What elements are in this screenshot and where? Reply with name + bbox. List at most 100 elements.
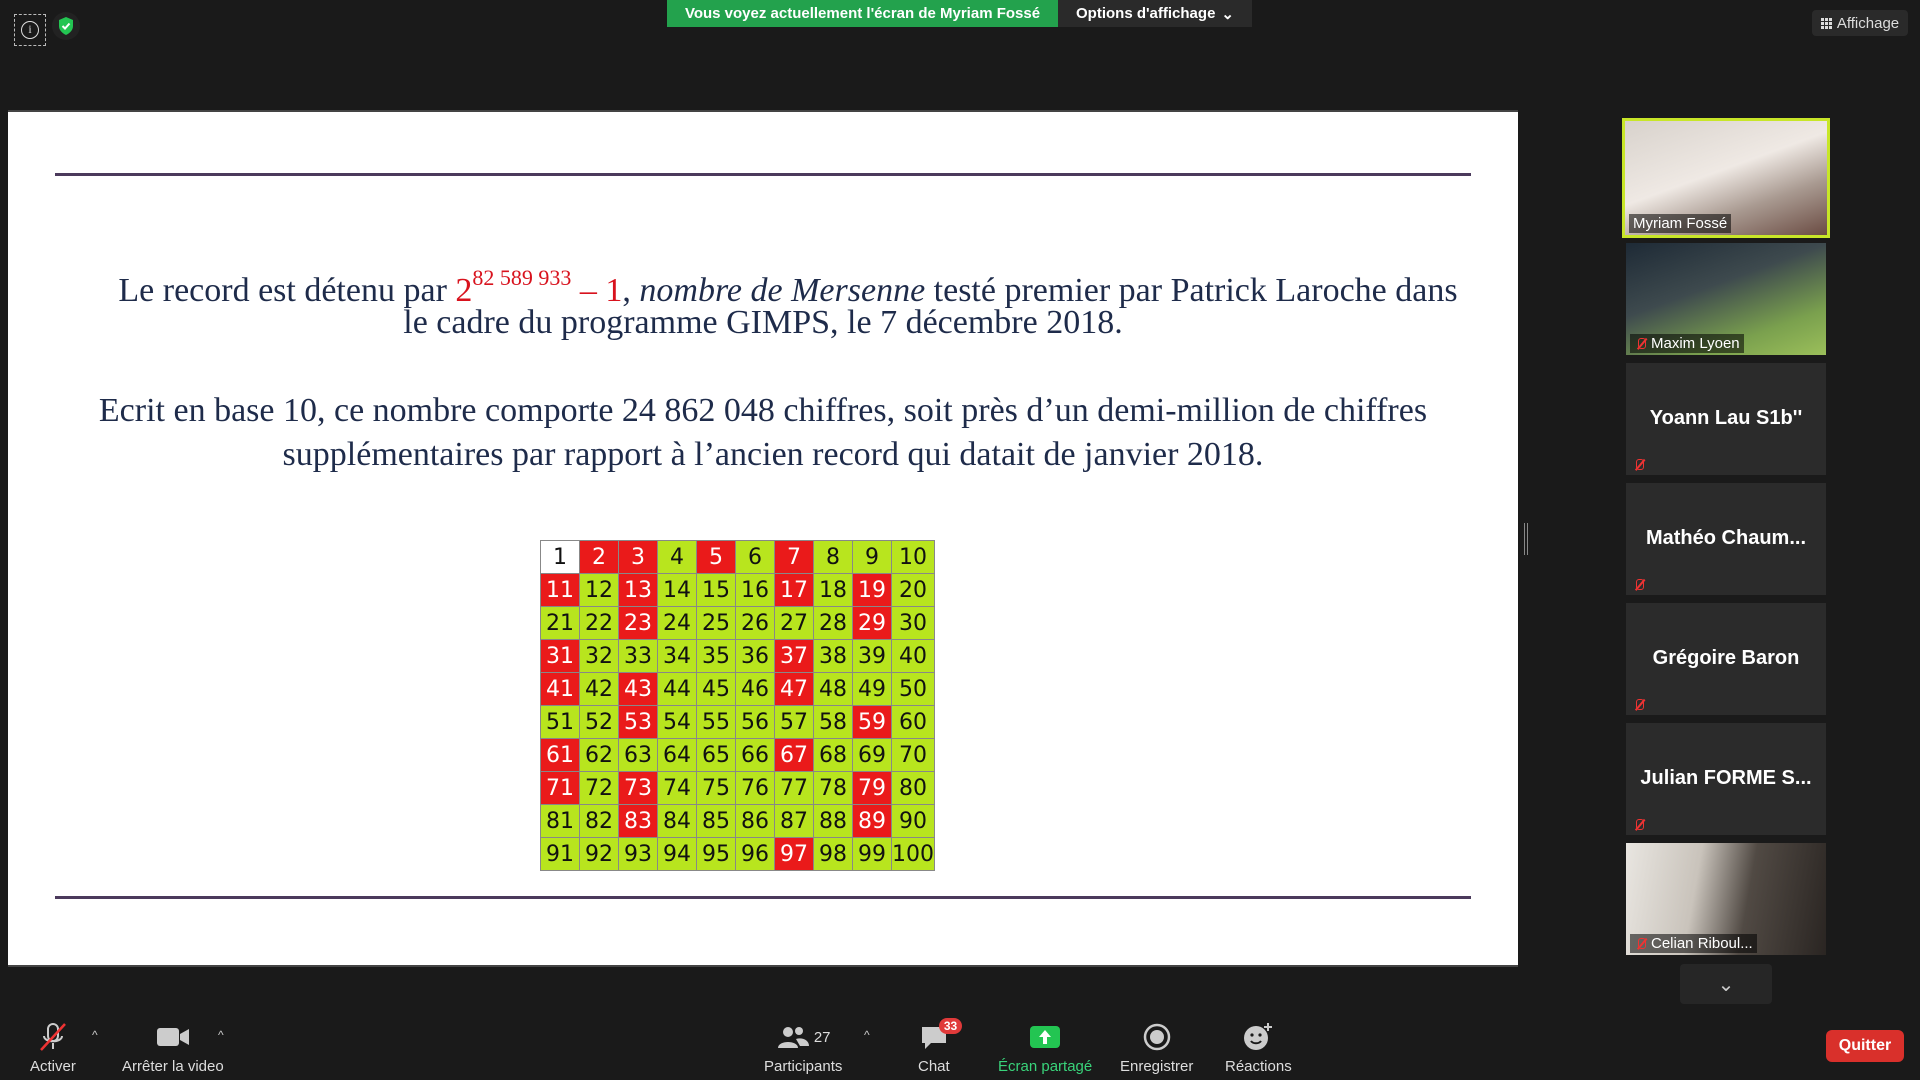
unmute-button[interactable]: Activer [30, 1020, 76, 1075]
table-cell: 10 [891, 540, 935, 574]
table-cell: 43 [618, 672, 658, 706]
table-cell: 42 [579, 672, 619, 706]
table-cell: 45 [696, 672, 736, 706]
table-cell: 8 [813, 540, 853, 574]
table-cell: 51 [540, 705, 580, 739]
chat-button[interactable]: 33 Chat [918, 1018, 963, 1075]
table-cell: 91 [540, 837, 580, 871]
participant-name: Grégoire Baron [1652, 647, 1800, 669]
table-cell: 33 [618, 639, 658, 673]
table-cell: 28 [813, 606, 853, 640]
stop-video-button[interactable]: Arrêter la video [122, 1020, 224, 1075]
table-cell: 76 [735, 771, 775, 805]
security-shield-icon[interactable] [52, 12, 80, 40]
table-cell: 64 [657, 738, 697, 772]
participants-count: 27 [813, 1028, 831, 1046]
participant-tile[interactable]: Celian Riboul... [1626, 843, 1826, 955]
table-cell: 56 [735, 705, 775, 739]
participant-tile[interactable]: Julian FORME S... [1626, 723, 1826, 835]
prime-number-table: 1 2 3 4 5 6 7 8 9 10 11 12 13 14 15 16 17 18 19 20 21 22 23 24 2… [540, 540, 935, 871]
record-button[interactable]: Enregistrer [1120, 1020, 1193, 1075]
table-cell: 44 [657, 672, 697, 706]
participant-tile[interactable]: Maxim Lyoen [1626, 243, 1826, 355]
table-row: 31 32 33 34 35 36 37 38 39 40 [540, 639, 935, 673]
table-row: 51 52 53 54 55 56 57 58 59 60 [540, 705, 935, 739]
slide-line-3: Ecrit en base 10, ce nombre comporte 24 … [98, 392, 1428, 429]
participants-icon [777, 1027, 809, 1048]
participant-name: Yoann Lau S1b'' [1649, 407, 1803, 429]
audio-options-caret-icon[interactable]: ^ [92, 1028, 98, 1042]
table-cell: 94 [657, 837, 697, 871]
participants-options-caret-icon[interactable]: ^ [864, 1028, 870, 1042]
table-cell: 20 [891, 573, 935, 607]
smiley-plus-icon [1242, 1020, 1274, 1054]
table-cell: 100 [891, 837, 935, 871]
participant-tile[interactable]: Myriam Fossé [1622, 118, 1830, 238]
table-cell: 25 [696, 606, 736, 640]
table-cell: 36 [735, 639, 775, 673]
slide-line-4: supplémentaires par rapport à l’ancien r… [282, 436, 1264, 473]
scroll-down-button[interactable]: ⌄ [1680, 964, 1772, 1004]
table-cell: 46 [735, 672, 775, 706]
participants-button[interactable]: 27 Participants [764, 1020, 842, 1075]
table-cell: 95 [696, 837, 736, 871]
table-cell: 81 [540, 804, 580, 838]
table-cell: 39 [852, 639, 892, 673]
muted-mic-icon [1632, 578, 1646, 592]
reactions-button[interactable]: Réactions [1225, 1020, 1292, 1075]
table-cell: 98 [813, 837, 853, 871]
table-cell: 52 [579, 705, 619, 739]
table-cell: 71 [540, 771, 580, 805]
table-cell: 78 [813, 771, 853, 805]
table-cell: 72 [579, 771, 619, 805]
table-cell: 89 [852, 804, 892, 838]
table-cell: 32 [579, 639, 619, 673]
table-cell: 88 [813, 804, 853, 838]
table-cell: 83 [618, 804, 658, 838]
table-cell: 60 [891, 705, 935, 739]
table-cell: 74 [657, 771, 697, 805]
participant-name: Celian Riboul... [1651, 935, 1753, 952]
table-cell: 41 [540, 672, 580, 706]
table-cell: 3 [618, 540, 658, 574]
share-screen-button[interactable]: Écran partagé [998, 1020, 1092, 1075]
table-cell: 13 [618, 573, 658, 607]
participant-tile[interactable]: Grégoire Baron [1626, 603, 1826, 715]
video-options-caret-icon[interactable]: ^ [218, 1028, 224, 1042]
meeting-info-icon[interactable]: i [14, 14, 46, 46]
participant-name-label: Maxim Lyoen [1630, 334, 1744, 353]
table-row: 91 92 93 94 95 96 97 98 99 100 [540, 837, 935, 871]
table-cell: 12 [579, 573, 619, 607]
table-cell: 38 [813, 639, 853, 673]
stop-video-label: Arrêter la video [122, 1058, 224, 1075]
table-cell: 62 [579, 738, 619, 772]
table-cell: 35 [696, 639, 736, 673]
table-cell: 66 [735, 738, 775, 772]
participant-name-label: Celian Riboul... [1630, 934, 1757, 953]
table-cell: 87 [774, 804, 814, 838]
table-cell: 68 [813, 738, 853, 772]
table-cell: 40 [891, 639, 935, 673]
muted-mic-icon [38, 1020, 68, 1054]
participant-name-label: Myriam Fossé [1629, 214, 1732, 233]
shared-screen: Le record est détenu par 282 589 933 – 1… [8, 110, 1518, 967]
table-cell: 1 [540, 540, 580, 574]
table-row: 41 42 43 44 45 46 47 48 49 50 [540, 672, 935, 706]
table-cell: 37 [774, 639, 814, 673]
layout-view-button[interactable]: Affichage [1812, 10, 1908, 36]
table-cell: 49 [852, 672, 892, 706]
table-cell: 29 [852, 606, 892, 640]
participant-tile[interactable]: Mathéo Chaum... [1626, 483, 1826, 595]
view-options-button[interactable]: Options d'affichage ⌄ [1058, 0, 1252, 27]
table-cell: 9 [852, 540, 892, 574]
table-cell: 50 [891, 672, 935, 706]
resize-handle[interactable] [1524, 523, 1528, 555]
table-cell: 15 [696, 573, 736, 607]
table-cell: 47 [774, 672, 814, 706]
table-cell: 22 [579, 606, 619, 640]
table-cell: 97 [774, 837, 814, 871]
participant-tile[interactable]: Yoann Lau S1b'' [1626, 363, 1826, 475]
leave-meeting-button[interactable]: Quitter [1826, 1030, 1904, 1062]
grid-icon [1820, 17, 1832, 29]
table-cell: 96 [735, 837, 775, 871]
